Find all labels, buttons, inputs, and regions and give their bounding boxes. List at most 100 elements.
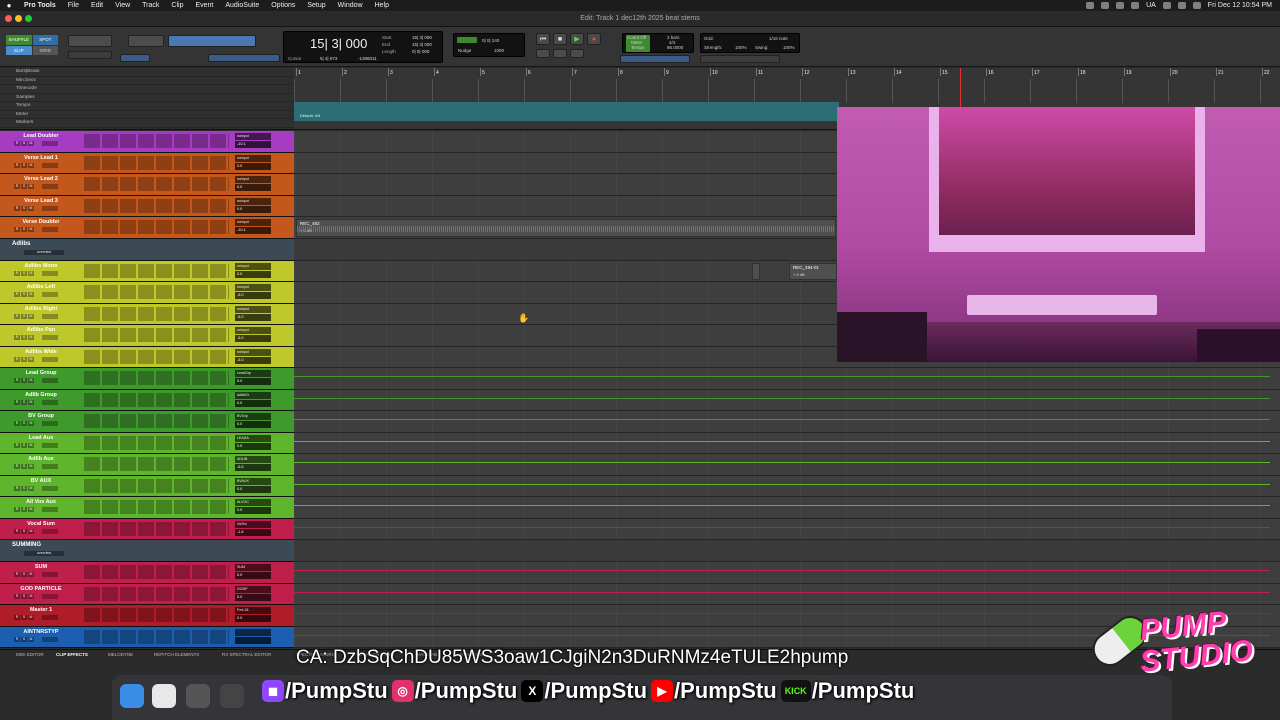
track-view-selector[interactable] <box>42 399 58 405</box>
tab-repitch[interactable]: REPITCH ELEMENTS <box>154 652 199 657</box>
track-volume[interactable]: 0.0 <box>235 205 271 213</box>
track-volume[interactable]: 0.0 <box>235 593 271 601</box>
close-window-button[interactable] <box>5 15 12 22</box>
track-header[interactable]: Lead Group R S M LeadGrp 0.0 <box>0 368 294 390</box>
track-io[interactable]: Frnt.18 0.0 <box>235 607 271 623</box>
track-name[interactable]: BV Group <box>11 412 71 420</box>
track-io[interactable]: noinput 0.0 <box>235 262 271 279</box>
status-icon[interactable] <box>1116 2 1125 9</box>
insert-slots[interactable] <box>84 435 229 450</box>
solo-button[interactable]: S <box>21 162 27 168</box>
track-header[interactable]: Adlibs Mono R S Mnoinput 0.0 <box>0 260 294 282</box>
app-icon[interactable] <box>186 684 210 708</box>
track-io[interactable]: VoSm -1.6 <box>235 520 271 537</box>
insert-slots[interactable] <box>84 586 229 601</box>
clip-gain[interactable]: + 0 dB <box>793 272 805 277</box>
track-io[interactable]: SUM 0.0 <box>235 564 271 580</box>
track-view-selector[interactable] <box>42 421 58 426</box>
folder-name[interactable]: SUMMING <box>12 542 41 548</box>
finder-icon[interactable] <box>120 684 144 708</box>
mute-button[interactable]: M <box>28 356 34 362</box>
track-input[interactable]: noinput <box>235 262 271 270</box>
track-volume[interactable] <box>235 636 271 644</box>
grid-toggle[interactable] <box>457 37 477 43</box>
track-io[interactable]: noinput -5.0 <box>235 327 271 343</box>
record-enable-button[interactable]: R <box>14 442 20 448</box>
track-name[interactable]: Verse Lead 2 <box>11 175 71 183</box>
zoom-buttons[interactable] <box>68 35 112 47</box>
solo-button[interactable]: S <box>21 292 27 297</box>
track-view-selector[interactable] <box>42 615 58 620</box>
track-view-selector[interactable] <box>42 464 58 469</box>
insert-slots[interactable] <box>84 392 229 407</box>
track-name[interactable]: Adlibs Mono <box>11 262 71 270</box>
track-name[interactable]: SUM <box>11 563 71 571</box>
insert-slots[interactable] <box>84 285 229 299</box>
start-value[interactable]: 15| 3| 000 <box>412 35 432 40</box>
mute-button[interactable]: M <box>28 378 34 383</box>
tab-rx[interactable]: RX SPECTRAL EDITOR <box>222 652 271 657</box>
status-icon[interactable] <box>1131 2 1140 9</box>
track-lane[interactable] <box>294 454 1280 476</box>
audio-clip[interactable]: REC_483+ 0 dB <box>296 219 836 237</box>
track-header[interactable]: All Vox Aux R S M ALVOC 0.0 <box>0 497 294 519</box>
track-io[interactable]: noinput 0.0 <box>235 176 271 192</box>
track-volume[interactable]: 0.0 <box>235 270 271 278</box>
record-enable-button[interactable]: R <box>14 378 20 383</box>
track-input[interactable]: noinput <box>235 219 271 226</box>
track-io[interactable]: noinput 0.0 <box>235 197 271 214</box>
track-name[interactable]: Adlibs Wide <box>11 348 71 356</box>
folder-view-selector[interactable]: overview <box>24 249 64 255</box>
meter-lane[interactable]: Default: 4/4 <box>294 110 839 121</box>
app-icon[interactable] <box>220 684 244 708</box>
insert-slots[interactable] <box>84 306 229 321</box>
menu-options[interactable]: Options <box>265 2 301 9</box>
track-name[interactable]: Verse Doubler <box>11 218 71 226</box>
track-volume[interactable]: -5.0 <box>235 356 271 364</box>
record-enable-button[interactable]: R <box>14 335 20 340</box>
insert-slots[interactable] <box>84 220 229 234</box>
track-lane[interactable] <box>294 389 1280 411</box>
track-io[interactable]: noinput -5.0 <box>235 348 271 365</box>
mute-button[interactable]: M <box>28 184 34 189</box>
search-icon[interactable] <box>1177 2 1186 9</box>
track-lane[interactable] <box>294 497 1280 519</box>
solo-button[interactable]: S <box>21 378 27 383</box>
track-header[interactable]: Master 1 R S M Frnt.18 0.0 <box>0 605 294 627</box>
track-view-selector[interactable] <box>42 227 58 232</box>
menu-event[interactable]: Event <box>189 2 219 9</box>
mute-button[interactable]: M <box>28 313 34 319</box>
track-view-selector[interactable] <box>42 442 58 448</box>
track-view-selector[interactable] <box>42 593 58 599</box>
menu-clip[interactable]: Clip <box>165 2 189 9</box>
solo-button[interactable]: S <box>21 615 27 620</box>
menu-track[interactable]: Track <box>136 2 165 9</box>
track-input[interactable]: noinput <box>235 284 271 291</box>
track-lane[interactable] <box>294 411 1280 433</box>
track-input[interactable]: AdlibGr <box>235 391 271 399</box>
mute-button[interactable]: M <box>28 421 34 426</box>
track-header[interactable]: Verse Doubler R S Mnoinput -10.1 <box>0 217 294 239</box>
track-volume[interactable]: -10.1 <box>235 227 271 234</box>
zoom-window-button[interactable] <box>25 15 32 22</box>
track-io[interactable]: BVAUX 0.0 <box>235 477 271 494</box>
solo-button[interactable]: S <box>21 442 27 448</box>
tab-melodyne[interactable]: MELODYNE <box>108 652 133 657</box>
end-value[interactable]: 15| 3| 000 <box>412 42 432 47</box>
main-counter[interactable]: 15| 3| 000 Start End Length 15| 3| 000 1… <box>283 31 443 63</box>
rewind-to-start-icon[interactable]: ⏮ <box>536 33 550 45</box>
track-view-selector[interactable] <box>42 292 58 297</box>
track-lane[interactable] <box>294 475 1280 497</box>
solo-button[interactable]: S <box>21 399 27 405</box>
track-name[interactable]: AINTNRSTYP <box>11 628 71 636</box>
nudge-value[interactable]: 1000 <box>494 48 504 53</box>
track-lane[interactable] <box>294 562 1280 584</box>
folder-track-header[interactable]: Adlibs overview <box>0 238 294 261</box>
insert-slots[interactable] <box>84 177 229 191</box>
track-header[interactable]: Verse Lead 2 R S Mnoinput 0.0 <box>0 174 294 196</box>
track-name[interactable]: Adlib Aux <box>11 455 71 463</box>
menu-setup[interactable]: Setup <box>301 2 331 9</box>
tab-midi-editor[interactable]: MIDI EDITOR <box>16 652 44 657</box>
track-input[interactable]: Frnt.18 <box>235 607 271 614</box>
record-enable-button[interactable]: R <box>14 184 20 189</box>
